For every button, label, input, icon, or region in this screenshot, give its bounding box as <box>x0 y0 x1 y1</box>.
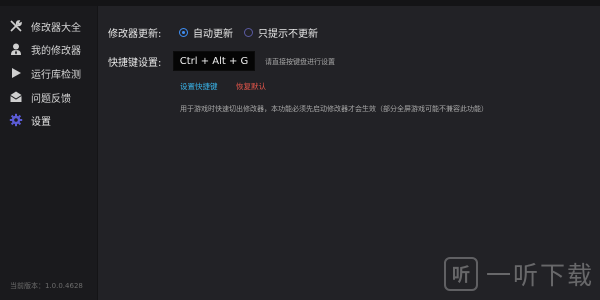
sidebar-item-label: 修改器大全 <box>31 22 81 34</box>
sidebar: 修改器大全 我的修改器 运行库检测 问题反馈 设置 当前版本：1.0.0.462… <box>0 6 98 300</box>
sidebar-item-label: 问题反馈 <box>31 93 71 105</box>
radio-dot <box>244 28 253 37</box>
watermark-logo-char: 听 <box>451 265 470 286</box>
watermark: 听 一听下载 <box>443 256 594 292</box>
sidebar-item-trainer-library[interactable]: 修改器大全 <box>0 15 97 37</box>
set-hotkey-link[interactable]: 设置快捷键 <box>180 81 218 92</box>
hotkey-input[interactable]: Ctrl + Alt + G <box>173 51 255 71</box>
sidebar-item-my-trainers[interactable]: 我的修改器 <box>0 38 97 60</box>
sidebar-item-label: 我的修改器 <box>31 45 81 57</box>
sidebar-item-feedback[interactable]: 问题反馈 <box>0 86 97 108</box>
radio-label: 只提示不更新 <box>258 29 318 40</box>
watermark-text: 一听下载 <box>485 261 594 290</box>
sidebar-item-label: 设置 <box>31 116 51 128</box>
sidebar-item-runtime-check[interactable]: 运行库检测 <box>0 62 97 84</box>
sidebar-item-settings[interactable]: 设置 <box>0 109 97 131</box>
radio-label: 自动更新 <box>193 29 233 40</box>
play-icon <box>9 66 23 80</box>
sidebar-item-label: 运行库检测 <box>31 69 81 81</box>
radio-dot <box>179 28 188 37</box>
radio-auto-update[interactable]: 自动更新 <box>179 25 233 40</box>
gear-icon <box>9 113 23 127</box>
hotkey-hint: 请直接按键盘进行设置 <box>265 58 335 66</box>
user-tie-icon <box>9 42 23 56</box>
version-label: 当前版本：1.0.0.4628 <box>10 282 83 290</box>
hotkey-setting-label: 快捷键设置: <box>108 58 162 69</box>
wrench-screwdriver-icon <box>9 19 23 33</box>
envelope-icon <box>9 90 23 104</box>
reset-default-link[interactable]: 恢复默认 <box>236 81 266 92</box>
radio-notify-only[interactable]: 只提示不更新 <box>244 25 318 40</box>
hotkey-description: 用于游戏时快速切出修改器，本功能必须先启动修改器才会生效（部分全屏游戏可能不兼容… <box>180 105 488 113</box>
update-setting-label: 修改器更新: <box>108 29 162 40</box>
watermark-logo: 听 <box>443 257 478 291</box>
